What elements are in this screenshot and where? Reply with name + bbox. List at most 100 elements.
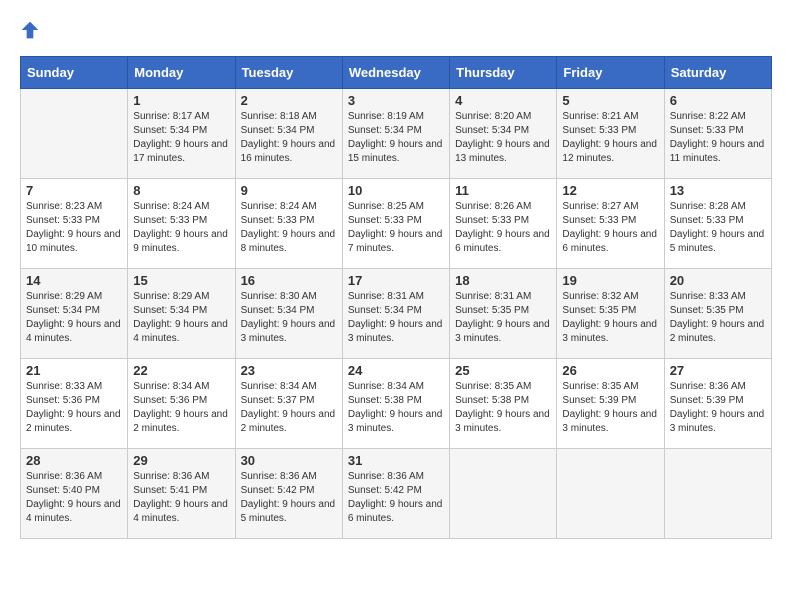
day-number: 1: [133, 93, 229, 108]
day-number: 9: [241, 183, 337, 198]
cell-info: Sunrise: 8:31 AM Sunset: 5:35 PM Dayligh…: [455, 290, 551, 346]
calendar-week-2: 7 Sunrise: 8:23 AM Sunset: 5:33 PM Daylig…: [21, 179, 772, 269]
calendar-week-5: 28Sunrise: 8:36 AM Sunset: 5:40 PM Dayli…: [21, 449, 772, 539]
weekday-header-sunday: Sunday: [21, 57, 128, 89]
cell-info: Sunrise: 8:26 AM Sunset: 5:33 PM Dayligh…: [455, 200, 551, 256]
page-header: [20, 20, 772, 40]
calendar-cell: 9 Sunrise: 8:24 AM Sunset: 5:33 PM Daylig…: [235, 179, 342, 269]
cell-info: Sunrise: 8:24 AM Sunset: 5:33 PM Dayligh…: [241, 200, 337, 256]
cell-info: Sunrise: 8:36 AM Sunset: 5:42 PM Dayligh…: [348, 470, 444, 526]
calendar-cell: 23 Sunrise: 8:34 AM Sunset: 5:37 PM Dayli…: [235, 359, 342, 449]
calendar-cell: [450, 449, 557, 539]
cell-info: Sunrise: 8:32 AM Sunset: 5:35 PM Dayligh…: [562, 290, 658, 346]
day-number: 23: [241, 363, 337, 378]
calendar-cell: 7 Sunrise: 8:23 AM Sunset: 5:33 PM Daylig…: [21, 179, 128, 269]
calendar-cell: 1 Sunrise: 8:17 AM Sunset: 5:34 PM Daylig…: [128, 89, 235, 179]
day-number: 14: [26, 273, 122, 288]
cell-info: Sunrise: 8:30 AM Sunset: 5:34 PM Dayligh…: [241, 290, 337, 346]
logo-icon: [20, 20, 40, 40]
day-number: 27: [670, 363, 766, 378]
calendar-cell: 20Sunrise: 8:33 AM Sunset: 5:35 PM Dayli…: [664, 269, 771, 359]
logo: [20, 20, 44, 40]
calendar-cell: 5 Sunrise: 8:21 AM Sunset: 5:33 PM Daylig…: [557, 89, 664, 179]
cell-info: Sunrise: 8:17 AM Sunset: 5:34 PM Dayligh…: [133, 110, 229, 166]
calendar-week-1: 1 Sunrise: 8:17 AM Sunset: 5:34 PM Daylig…: [21, 89, 772, 179]
day-number: 11: [455, 183, 551, 198]
cell-info: Sunrise: 8:18 AM Sunset: 5:34 PM Dayligh…: [241, 110, 337, 166]
calendar-body: 1 Sunrise: 8:17 AM Sunset: 5:34 PM Daylig…: [21, 89, 772, 539]
calendar-cell: 14 Sunrise: 8:29 AM Sunset: 5:34 PM Dayli…: [21, 269, 128, 359]
cell-info: Sunrise: 8:35 AM Sunset: 5:38 PM Dayligh…: [455, 380, 551, 436]
day-number: 31: [348, 453, 444, 468]
day-number: 4: [455, 93, 551, 108]
calendar-cell: 4 Sunrise: 8:20 AM Sunset: 5:34 PM Daylig…: [450, 89, 557, 179]
cell-info: Sunrise: 8:33 AM Sunset: 5:35 PM Dayligh…: [670, 290, 766, 346]
cell-info: Sunrise: 8:34 AM Sunset: 5:36 PM Dayligh…: [133, 380, 229, 436]
calendar-cell: 11 Sunrise: 8:26 AM Sunset: 5:33 PM Dayli…: [450, 179, 557, 269]
weekday-header-friday: Friday: [557, 57, 664, 89]
calendar-cell: 19Sunrise: 8:32 AM Sunset: 5:35 PM Dayli…: [557, 269, 664, 359]
day-number: 6: [670, 93, 766, 108]
calendar-cell: 8 Sunrise: 8:24 AM Sunset: 5:33 PM Daylig…: [128, 179, 235, 269]
calendar-cell: 25 Sunrise: 8:35 AM Sunset: 5:38 PM Dayli…: [450, 359, 557, 449]
day-number: 29: [133, 453, 229, 468]
calendar-cell: 3 Sunrise: 8:19 AM Sunset: 5:34 PM Daylig…: [342, 89, 449, 179]
cell-info: Sunrise: 8:24 AM Sunset: 5:33 PM Dayligh…: [133, 200, 229, 256]
cell-info: Sunrise: 8:36 AM Sunset: 5:41 PM Dayligh…: [133, 470, 229, 526]
weekday-header-wednesday: Wednesday: [342, 57, 449, 89]
day-number: 25: [455, 363, 551, 378]
calendar-week-3: 14 Sunrise: 8:29 AM Sunset: 5:34 PM Dayli…: [21, 269, 772, 359]
day-number: 28: [26, 453, 122, 468]
day-number: 13: [670, 183, 766, 198]
cell-info: Sunrise: 8:33 AM Sunset: 5:36 PM Dayligh…: [26, 380, 122, 436]
cell-info: Sunrise: 8:21 AM Sunset: 5:33 PM Dayligh…: [562, 110, 658, 166]
calendar-cell: 13 Sunrise: 8:28 AM Sunset: 5:33 PM Dayli…: [664, 179, 771, 269]
cell-info: Sunrise: 8:19 AM Sunset: 5:34 PM Dayligh…: [348, 110, 444, 166]
calendar-cell: [21, 89, 128, 179]
weekday-header-thursday: Thursday: [450, 57, 557, 89]
cell-info: Sunrise: 8:36 AM Sunset: 5:42 PM Dayligh…: [241, 470, 337, 526]
calendar-week-4: 21 Sunrise: 8:33 AM Sunset: 5:36 PM Dayli…: [21, 359, 772, 449]
day-number: 30: [241, 453, 337, 468]
calendar-cell: 16 Sunrise: 8:30 AM Sunset: 5:34 PM Dayli…: [235, 269, 342, 359]
calendar-cell: 31 Sunrise: 8:36 AM Sunset: 5:42 PM Dayli…: [342, 449, 449, 539]
cell-info: Sunrise: 8:36 AM Sunset: 5:39 PM Dayligh…: [670, 380, 766, 436]
cell-info: Sunrise: 8:29 AM Sunset: 5:34 PM Dayligh…: [26, 290, 122, 346]
calendar-cell: 29 Sunrise: 8:36 AM Sunset: 5:41 PM Dayli…: [128, 449, 235, 539]
cell-info: Sunrise: 8:28 AM Sunset: 5:33 PM Dayligh…: [670, 200, 766, 256]
cell-info: Sunrise: 8:25 AM Sunset: 5:33 PM Dayligh…: [348, 200, 444, 256]
day-number: 3: [348, 93, 444, 108]
weekday-row: SundayMondayTuesdayWednesdayThursdayFrid…: [21, 57, 772, 89]
calendar-cell: 21 Sunrise: 8:33 AM Sunset: 5:36 PM Dayli…: [21, 359, 128, 449]
weekday-header-monday: Monday: [128, 57, 235, 89]
calendar-cell: 22 Sunrise: 8:34 AM Sunset: 5:36 PM Dayli…: [128, 359, 235, 449]
day-number: 17: [348, 273, 444, 288]
calendar-cell: 18 Sunrise: 8:31 AM Sunset: 5:35 PM Dayli…: [450, 269, 557, 359]
calendar-cell: 12 Sunrise: 8:27 AM Sunset: 5:33 PM Dayli…: [557, 179, 664, 269]
day-number: 22: [133, 363, 229, 378]
day-number: 26: [562, 363, 658, 378]
calendar-cell: 2Sunrise: 8:18 AM Sunset: 5:34 PM Daylig…: [235, 89, 342, 179]
cell-info: Sunrise: 8:34 AM Sunset: 5:38 PM Dayligh…: [348, 380, 444, 436]
day-number: 7: [26, 183, 122, 198]
cell-info: Sunrise: 8:31 AM Sunset: 5:34 PM Dayligh…: [348, 290, 444, 346]
calendar-cell: 28Sunrise: 8:36 AM Sunset: 5:40 PM Dayli…: [21, 449, 128, 539]
day-number: 16: [241, 273, 337, 288]
cell-info: Sunrise: 8:34 AM Sunset: 5:37 PM Dayligh…: [241, 380, 337, 436]
day-number: 12: [562, 183, 658, 198]
day-number: 5: [562, 93, 658, 108]
day-number: 18: [455, 273, 551, 288]
cell-info: Sunrise: 8:29 AM Sunset: 5:34 PM Dayligh…: [133, 290, 229, 346]
day-number: 8: [133, 183, 229, 198]
calendar-cell: 30 Sunrise: 8:36 AM Sunset: 5:42 PM Dayli…: [235, 449, 342, 539]
cell-info: Sunrise: 8:23 AM Sunset: 5:33 PM Dayligh…: [26, 200, 122, 256]
cell-info: Sunrise: 8:22 AM Sunset: 5:33 PM Dayligh…: [670, 110, 766, 166]
calendar-cell: 15Sunrise: 8:29 AM Sunset: 5:34 PM Dayli…: [128, 269, 235, 359]
cell-info: Sunrise: 8:27 AM Sunset: 5:33 PM Dayligh…: [562, 200, 658, 256]
calendar-cell: 10 Sunrise: 8:25 AM Sunset: 5:33 PM Dayli…: [342, 179, 449, 269]
day-number: 21: [26, 363, 122, 378]
day-number: 10: [348, 183, 444, 198]
day-number: 24: [348, 363, 444, 378]
calendar-cell: 24 Sunrise: 8:34 AM Sunset: 5:38 PM Dayli…: [342, 359, 449, 449]
cell-info: Sunrise: 8:20 AM Sunset: 5:34 PM Dayligh…: [455, 110, 551, 166]
